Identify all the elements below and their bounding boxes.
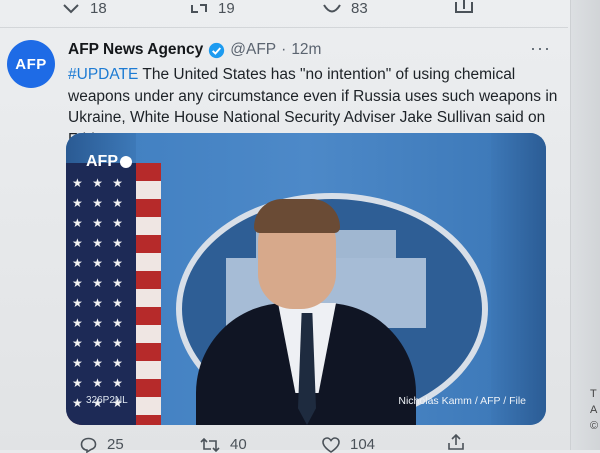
prev-like-count: 83 — [351, 0, 368, 17]
avatar-label: AFP — [15, 55, 47, 73]
author-name[interactable]: AFP News Agency — [68, 41, 203, 59]
afp-watermark-logo: AFP — [86, 153, 132, 171]
photo-code: 326P2NL — [86, 395, 128, 406]
author-handle[interactable]: @AFP — [230, 41, 276, 59]
prev-share-button[interactable] — [455, 0, 473, 14]
like-count: 104 — [350, 436, 376, 453]
share-button[interactable] — [447, 434, 465, 451]
prev-retweet-button[interactable]: 19 — [190, 0, 235, 17]
retweet-icon — [200, 437, 220, 452]
tweet-divider — [0, 27, 568, 28]
reply-button[interactable]: 25 — [80, 436, 124, 453]
share-icon — [448, 434, 464, 450]
heart-icon — [323, 3, 341, 12]
retweet-button[interactable]: 40 — [200, 436, 247, 453]
chevron-icon — [63, 3, 79, 13]
more-options-icon[interactable]: ··· — [530, 38, 551, 59]
retweet-count: 40 — [230, 436, 247, 453]
sidebar-letter: © — [590, 420, 599, 432]
verified-badge-icon — [209, 42, 225, 58]
like-button[interactable]: 104 — [322, 436, 375, 453]
photo-credit: Nicholas Kamm / AFP / File — [398, 395, 526, 407]
avatar[interactable]: AFP — [7, 40, 55, 88]
background-curtain — [491, 133, 546, 425]
prev-retweet-count: 19 — [218, 0, 235, 17]
prev-like-button[interactable]: 83 — [323, 0, 368, 17]
retweet-icon — [191, 3, 207, 13]
reply-count: 25 — [107, 436, 124, 453]
sidebar-letter: A — [590, 404, 598, 416]
reply-icon — [80, 437, 97, 453]
speaker-hair — [254, 199, 340, 233]
prev-reply-button[interactable]: 18 — [62, 0, 107, 17]
tweet-header: AFP News Agency @AFP · 12m — [68, 41, 321, 59]
prev-reply-count: 18 — [90, 0, 107, 17]
heart-icon — [322, 436, 340, 453]
timeline: 18 19 83 AFP AFP News Agency @AFP · 12m … — [0, 0, 600, 453]
flag-stars: ★ ★ ★ ★ ★ ★ ★ ★ ★ ★ ★ ★ ★ ★ ★ ★ ★ ★ ★ ★ … — [72, 176, 126, 410]
afp-dot-icon — [120, 156, 132, 168]
afp-watermark-text: AFP — [86, 153, 118, 170]
tweet-time[interactable]: 12m — [291, 41, 321, 59]
header-separator: · — [281, 41, 287, 58]
sidebar-letter: T — [590, 388, 597, 400]
tweet-image[interactable]: ★ ★ ★ ★ ★ ★ ★ ★ ★ ★ ★ ★ ★ ★ ★ ★ ★ ★ ★ ★ … — [66, 133, 546, 425]
share-icon — [455, 0, 473, 13]
us-flag: ★ ★ ★ ★ ★ ★ ★ ★ ★ ★ ★ ★ ★ ★ ★ ★ ★ ★ ★ ★ … — [66, 163, 161, 425]
right-sidebar-edge — [570, 0, 600, 450]
hashtag-link[interactable]: #UPDATE — [68, 66, 138, 83]
